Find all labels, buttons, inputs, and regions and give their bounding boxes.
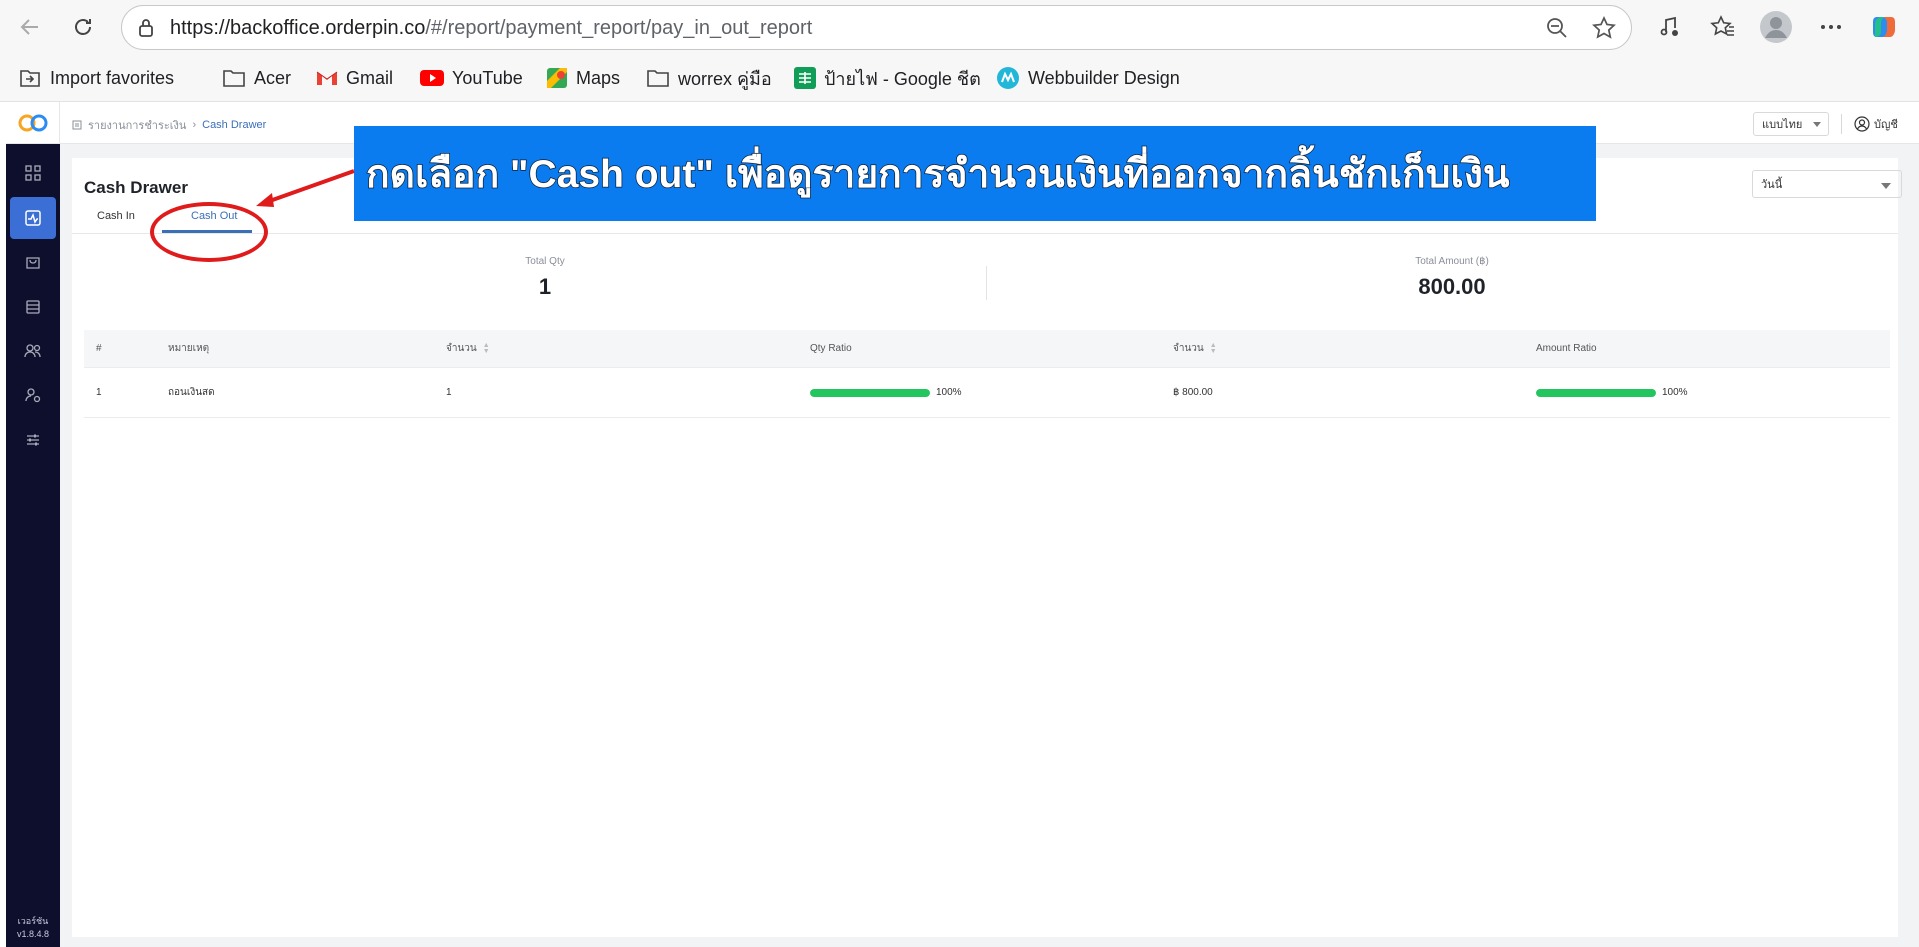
folder-icon xyxy=(223,70,245,87)
user-settings-icon xyxy=(25,388,41,403)
annotation-arrow-icon xyxy=(256,169,355,207)
bag-icon xyxy=(26,257,40,269)
total-qty-value: 1 xyxy=(538,274,552,299)
zoom-out-icon[interactable] xyxy=(1545,16,1569,45)
header-divider xyxy=(1841,114,1842,134)
bookmark-google-sheet[interactable]: ป้ายไฟ - Google ชีต xyxy=(794,66,981,90)
tab-cash-in[interactable]: Cash In xyxy=(97,210,135,222)
header-amount-ratio: Amount Ratio xyxy=(1536,343,1597,354)
header-qty[interactable]: จำนวน ▲ ▼ xyxy=(446,330,490,367)
header-note: หมายเหตุ xyxy=(168,343,210,354)
header-index: # xyxy=(96,343,102,354)
language-select[interactable]: แบบไทย xyxy=(1753,112,1829,136)
total-qty-label: Total Qty xyxy=(525,256,565,267)
bookmark-acer[interactable]: Acer xyxy=(222,66,291,90)
import-icon xyxy=(20,70,40,87)
breadcrumb: รายงานการชำระเงิน › Cash Drawer xyxy=(72,116,266,134)
users-icon xyxy=(24,344,41,358)
table-row[interactable]: 1 ถอนเงินสด 1 100% ฿ 800.00 100% xyxy=(84,368,1890,418)
back-button[interactable] xyxy=(12,10,48,44)
qty-ratio-fill xyxy=(810,388,930,397)
sheets-icon xyxy=(794,67,816,89)
bookmark-worrex[interactable]: worrex คู่มือ xyxy=(646,66,772,90)
lock-icon[interactable] xyxy=(136,17,156,44)
total-amount-label: Total Amount (฿) xyxy=(1415,256,1489,267)
summary-stats: Total Qty 1 Total Amount (฿) 800.00 xyxy=(72,250,1898,310)
sidebar-item-settings[interactable] xyxy=(10,419,56,461)
caret-down-icon xyxy=(1813,122,1821,127)
sort-icon[interactable]: ▲ ▼ xyxy=(1210,342,1217,355)
caret-down-icon xyxy=(1881,183,1891,189)
sidebar-item-dashboard[interactable] xyxy=(10,152,56,194)
bookmarks-bar: Import favorites Acer Gmail YouTube Maps… xyxy=(0,54,1919,102)
breadcrumb-separator: › xyxy=(192,119,197,131)
refresh-button[interactable] xyxy=(65,10,101,44)
bookmark-import-favorites[interactable]: Import favorites xyxy=(18,66,174,90)
app-window: รายงานการชำระเงิน › Cash Drawer แบบไทย บ… xyxy=(6,102,1919,947)
arrow-left-icon xyxy=(20,19,38,35)
amount-ratio-fill xyxy=(1536,388,1656,397)
row-qty: 1 xyxy=(446,387,452,398)
row-qty-ratio: 100% xyxy=(810,368,962,417)
amount-ratio-bar xyxy=(1536,388,1656,397)
page-title: Cash Drawer xyxy=(84,178,188,197)
version-info: เวอร์ชัน v1.8.4.8 xyxy=(16,916,50,939)
favorite-star-icon[interactable] xyxy=(1591,15,1617,46)
profile-avatar-icon[interactable] xyxy=(1758,10,1794,44)
row-amount: ฿ 800.00 xyxy=(1173,387,1213,398)
more-menu-icon[interactable] xyxy=(1813,10,1849,44)
sidebar-item-inventory[interactable] xyxy=(10,286,56,328)
bookmark-youtube[interactable]: YouTube xyxy=(420,66,523,90)
book-icon xyxy=(26,300,40,314)
user-circle-icon xyxy=(1854,116,1870,132)
sidebar-item-products[interactable] xyxy=(10,241,56,283)
breadcrumb-parent[interactable]: รายงานการชำระเงิน xyxy=(88,116,186,134)
tabs-divider xyxy=(72,233,1898,234)
sidebar-item-staff[interactable] xyxy=(10,374,56,416)
header-qty-ratio: Qty Ratio xyxy=(810,343,852,354)
report-icon xyxy=(72,120,82,130)
favorites-icon[interactable] xyxy=(1705,10,1741,44)
bookmark-maps[interactable]: Maps xyxy=(546,66,620,90)
cash-out-table: # หมายเหตุ จำนวน ▲ ▼ Qty Ratio จำนวน ▲ ▼ Amo… xyxy=(84,330,1890,418)
browser-toolbar: https://backoffice.orderpin.co/#/report/… xyxy=(0,0,1919,54)
highlight-circle xyxy=(150,202,268,262)
bookmark-webbuilder[interactable]: Webbuilder Design xyxy=(996,66,1180,90)
webbuilder-icon xyxy=(997,67,1019,89)
grid-icon xyxy=(25,165,41,181)
row-note: ถอนเงินสด xyxy=(168,387,215,398)
bookmark-gmail[interactable]: Gmail xyxy=(316,66,393,90)
qty-ratio-bar xyxy=(810,388,930,397)
header-amount[interactable]: จำนวน ▲ ▼ xyxy=(1173,330,1217,367)
sidebar: เวอร์ชัน v1.8.4.8 xyxy=(6,144,60,947)
table-header: # หมายเหตุ จำนวน ▲ ▼ Qty Ratio จำนวน ▲ ▼ Amo… xyxy=(84,330,1890,368)
media-icon[interactable] xyxy=(1651,10,1687,44)
sidebar-item-customers[interactable] xyxy=(10,330,56,372)
cash-drawer-panel: Cash Drawer Cash In Cash Out วันนี้ Tota… xyxy=(72,158,1902,937)
refresh-icon xyxy=(75,19,91,35)
address-bar[interactable]: https://backoffice.orderpin.co/#/report/… xyxy=(121,5,1632,50)
summary-divider xyxy=(986,266,987,300)
youtube-icon xyxy=(420,70,444,86)
sidebar-item-reports[interactable] xyxy=(10,197,56,239)
report-chart-icon xyxy=(25,210,41,226)
copilot-icon[interactable] xyxy=(1866,10,1902,44)
row-index: 1 xyxy=(96,387,102,398)
breadcrumb-current: Cash Drawer xyxy=(202,119,267,131)
orderpin-logo[interactable] xyxy=(6,102,60,144)
url-text[interactable]: https://backoffice.orderpin.co/#/report/… xyxy=(170,17,812,40)
total-amount-value: 800.00 xyxy=(1418,274,1486,299)
annotation-callout: กดเลือก "Cash out" เพื่อดูรายการจำนวนเงิ… xyxy=(354,126,1596,221)
sort-icon[interactable]: ▲ ▼ xyxy=(483,342,490,355)
folder-icon xyxy=(647,70,669,87)
date-range-select[interactable]: วันนี้ xyxy=(1752,170,1902,198)
sliders-icon xyxy=(27,434,39,446)
gmail-icon xyxy=(316,71,338,85)
row-amount-ratio: 100% xyxy=(1536,368,1688,417)
account-menu[interactable]: บัญชี xyxy=(1854,115,1898,133)
maps-icon xyxy=(547,68,567,88)
